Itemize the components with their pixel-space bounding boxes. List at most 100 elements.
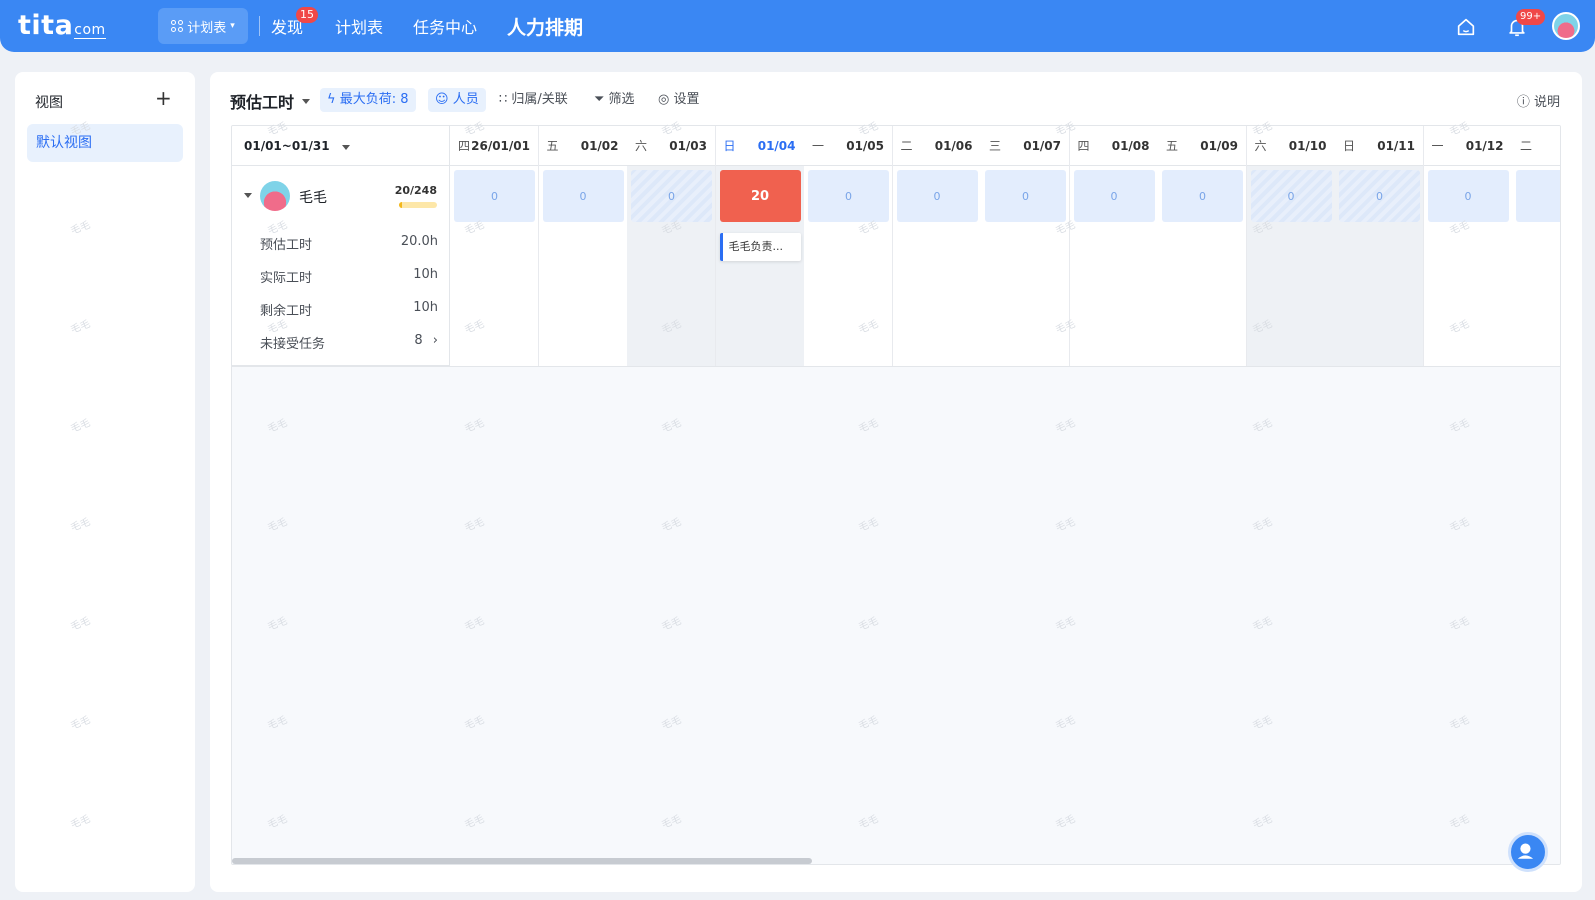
filter-button[interactable]: ⏷ 筛选: [587, 88, 642, 112]
weekday-label: 五: [546, 139, 559, 153]
task-card[interactable]: 毛毛负责...: [719, 233, 801, 261]
load-cell[interactable]: 0: [542, 170, 624, 222]
chevron-down-icon: ▾: [230, 21, 235, 31]
load-cell[interactable]: 0: [1073, 170, 1155, 222]
capacity-bar: [399, 202, 437, 208]
sidebar-item-default-view[interactable]: 默认视图: [27, 124, 183, 162]
customer-service-button[interactable]: [1508, 832, 1548, 872]
date-label: 01/09: [1200, 138, 1238, 153]
date-label: 01/03: [669, 138, 707, 153]
user-avatar[interactable]: [1552, 12, 1580, 40]
date-label: 01/05: [846, 138, 884, 153]
load-cell[interactable]: 20: [719, 170, 801, 222]
stat-unaccepted-tasks[interactable]: 未接受任务 8 ›: [260, 333, 438, 352]
question-icon: ⓘ: [1516, 95, 1530, 110]
date-label: 01/10: [1288, 138, 1327, 153]
weekday-label: 日: [1343, 139, 1356, 153]
day-header: 一 01/05: [804, 126, 892, 166]
day-header: 六 01/03: [627, 126, 715, 166]
weekday-label: 二: [1520, 139, 1533, 153]
nav-resource-scheduling[interactable]: 人力排期: [507, 13, 583, 40]
help-link[interactable]: ⓘ 说明: [1517, 91, 1560, 110]
weekday-label: 二: [900, 139, 913, 153]
day-column: 日 01/11 0: [1335, 126, 1424, 366]
day-column: 四 26/01/01 0: [450, 126, 539, 366]
person-name: 毛毛: [299, 190, 327, 206]
main-panel: 预估工时 ϟ 最大负荷: 8 ☺ 人员 ∷ 归属/关联 ⏷ 筛选 ◎ 设置 ⓘ …: [210, 72, 1582, 892]
add-view-button[interactable]: +: [155, 86, 172, 110]
load-cell[interactable]: 0: [808, 170, 889, 222]
weekday-label: 日: [723, 139, 736, 153]
day-column: 二: [1512, 126, 1560, 366]
date-label: 01/07: [1023, 138, 1061, 153]
top-navigation-bar: titacom 计划表 ▾ 发现 15 计划表 任务中心 人力排期 99+: [0, 0, 1595, 52]
load-cell[interactable]: 0: [1250, 170, 1332, 222]
collapse-caret-icon[interactable]: [244, 193, 252, 198]
nav-plan[interactable]: 计划表: [335, 14, 383, 38]
horizontal-scrollbar[interactable]: [232, 858, 812, 864]
load-cell[interactable]: 0: [896, 170, 978, 222]
day-column: 五 01/09 0: [1158, 126, 1247, 366]
discover-badge: 15: [296, 7, 318, 23]
day-column: 六 01/10 0: [1246, 126, 1336, 366]
weekday-label: 四: [458, 139, 471, 153]
weekday-label: 五: [1166, 139, 1179, 153]
load-cell[interactable]: 0: [631, 170, 712, 222]
day-header: 四 01/08: [1069, 126, 1158, 166]
load-cell[interactable]: [1516, 170, 1560, 222]
caret-down-icon: [302, 98, 311, 104]
load-cell[interactable]: 0: [1427, 170, 1509, 222]
home-icon[interactable]: [1455, 16, 1477, 38]
stat-estimated: 预估工时 20.0h: [260, 234, 438, 253]
day-column: 四 01/08 0: [1069, 126, 1159, 366]
caret-down-icon: [341, 145, 350, 150]
people-chip[interactable]: ☺ 人员: [428, 88, 486, 112]
day-header: 一 01/12: [1423, 126, 1512, 166]
load-cell[interactable]: 0: [454, 170, 535, 222]
lightning-icon: ϟ: [327, 92, 336, 107]
load-cell[interactable]: 0: [1339, 170, 1420, 222]
headset-icon: [1517, 843, 1534, 859]
date-label: 01/06: [934, 138, 973, 153]
weekday-label: 一: [812, 139, 825, 153]
schedule-grid: 01/01~01/31 四 26/01/01 0 五 01/02 0 六 01/03 0 日 01/…: [231, 125, 1561, 865]
stat-actual: 实际工时 10h: [260, 267, 438, 286]
day-column: 六 01/03 0: [627, 126, 716, 366]
day-header: 日 01/11: [1335, 126, 1423, 166]
date-label: 01/12: [1465, 138, 1504, 153]
filter-icon: ⏷: [594, 92, 605, 107]
settings-button[interactable]: ◎ 设置: [651, 88, 707, 112]
weekday-label: 三: [989, 139, 1002, 153]
nav-task-center[interactable]: 任务中心: [413, 14, 477, 38]
date-range-selector[interactable]: 01/01~01/31: [232, 126, 450, 166]
chevron-right-icon: ›: [432, 333, 438, 348]
plan-switch-dropdown[interactable]: 计划表 ▾: [158, 8, 248, 44]
relation-button[interactable]: ∷ 归属/关联: [492, 88, 575, 112]
day-header: 三 01/07: [981, 126, 1069, 166]
capacity-bar-fill: [399, 202, 403, 208]
apps-grid-icon: [171, 20, 184, 32]
day-column: 二 01/06 0: [892, 126, 982, 366]
metric-selector[interactable]: 预估工时: [230, 89, 311, 113]
notification-badge: 99+: [1516, 9, 1546, 25]
person-avatar: [260, 181, 290, 211]
day-header: 六 01/10: [1246, 126, 1335, 166]
divider: [259, 16, 260, 36]
person-icon: ☺: [435, 92, 449, 107]
day-header: 二 01/06: [892, 126, 981, 166]
sidebar-title: 视图: [35, 95, 63, 111]
person-row: 毛毛 20/248 预估工时 20.0h 实际工时 10h 剩余工时 10h 未…: [232, 166, 450, 366]
stat-remaining: 剩余工时 10h: [260, 300, 438, 319]
day-header: 五 01/02: [538, 126, 627, 166]
load-cell[interactable]: 0: [985, 170, 1066, 222]
load-cell[interactable]: 0: [1162, 170, 1243, 222]
empty-grid-area: [232, 366, 1560, 864]
day-column: 一 01/05 0: [804, 126, 893, 366]
day-header: 四 26/01/01: [450, 126, 538, 166]
date-label: 01/11: [1377, 138, 1415, 153]
max-load-chip[interactable]: ϟ 最大负荷: 8: [320, 88, 416, 112]
date-label: 01/02: [580, 138, 619, 153]
day-header: 二: [1512, 126, 1560, 166]
tita-logo[interactable]: titacom: [18, 10, 106, 41]
weekday-label: 一: [1431, 139, 1444, 153]
